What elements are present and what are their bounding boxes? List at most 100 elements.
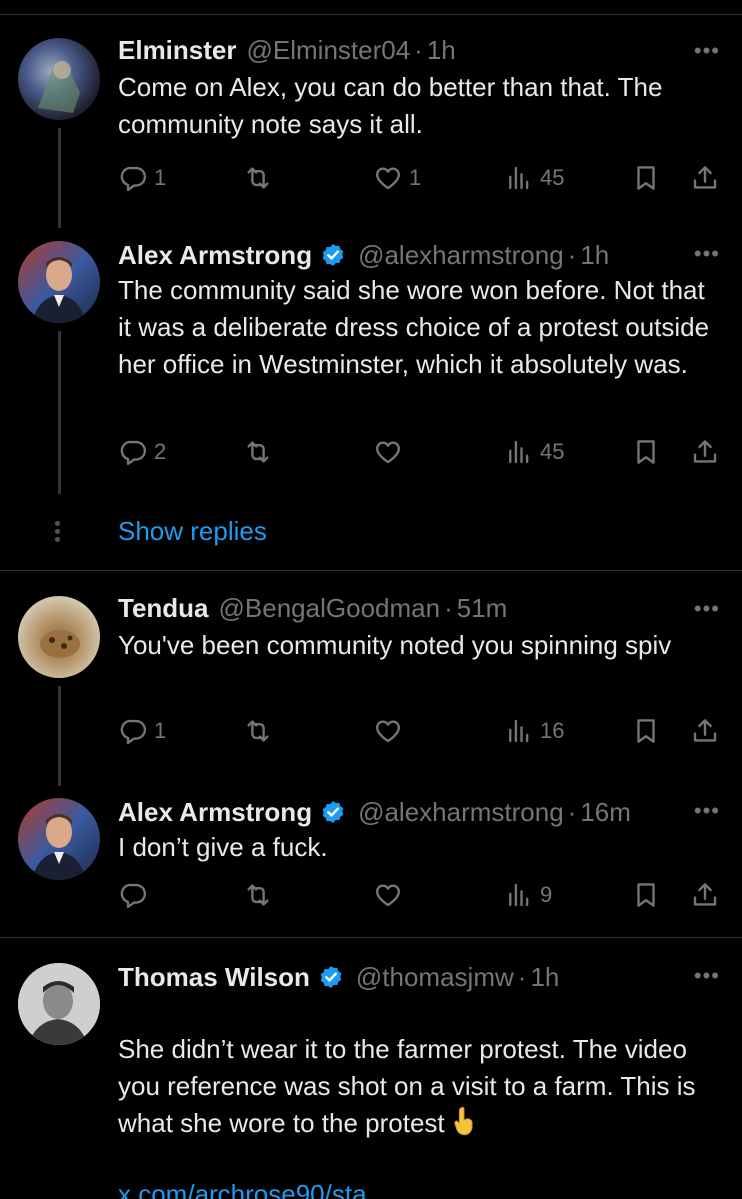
- thread-line: [58, 686, 61, 786]
- retweet-button[interactable]: [243, 875, 273, 915]
- reply-button[interactable]: [118, 875, 154, 915]
- more-icon[interactable]: •••: [694, 38, 720, 64]
- bookmark-button[interactable]: [631, 875, 661, 915]
- views-count: 45: [540, 439, 565, 464]
- retweet-icon: [243, 437, 273, 467]
- timestamp[interactable]: 1h: [580, 240, 609, 271]
- views-button[interactable]: 45: [504, 432, 564, 472]
- views-button[interactable]: 9: [504, 875, 552, 915]
- retweet-icon: [243, 880, 273, 910]
- views-count: 16: [540, 718, 565, 743]
- reply-icon: [118, 880, 148, 910]
- reply-button[interactable]: 2: [118, 432, 166, 472]
- share-button[interactable]: [690, 432, 720, 472]
- timestamp[interactable]: 51m: [457, 593, 508, 624]
- avatar[interactable]: [18, 798, 100, 880]
- bookmark-button[interactable]: [631, 711, 661, 751]
- retweet-icon: [243, 716, 273, 746]
- author-name[interactable]: Alex Armstrong: [118, 240, 312, 271]
- tweet-text: The community said she wore won before. …: [118, 275, 710, 379]
- tweet-link[interactable]: x.com/archrose90/sta...: [118, 1179, 718, 1199]
- views-icon: [504, 437, 534, 467]
- author-handle[interactable]: @alexharmstrong: [358, 797, 564, 828]
- timestamp[interactable]: 1h: [427, 35, 456, 66]
- bookmark-button[interactable]: [631, 158, 661, 198]
- reply-icon: [118, 437, 148, 467]
- avatar[interactable]: [18, 963, 100, 1045]
- thread-divider: [0, 570, 742, 571]
- verified-badge-icon: [318, 964, 344, 990]
- views-icon: [504, 716, 534, 746]
- more-icon[interactable]: •••: [694, 596, 720, 622]
- bookmark-icon: [631, 437, 661, 467]
- tweet-text: Come on Alex, you can do better than tha…: [118, 72, 663, 139]
- views-count: 9: [540, 882, 553, 907]
- avatar[interactable]: [18, 596, 100, 678]
- views-button[interactable]: 16: [504, 711, 564, 751]
- author-name[interactable]: Elminster: [118, 35, 237, 66]
- share-button[interactable]: [690, 158, 720, 198]
- timestamp[interactable]: 1h: [530, 962, 559, 993]
- action-bar: 2 45: [118, 432, 728, 472]
- share-button[interactable]: [690, 875, 720, 915]
- verified-badge-icon: [320, 242, 346, 268]
- separator-dot: ·: [414, 35, 423, 65]
- bookmark-icon: [631, 880, 661, 910]
- reply-icon: [118, 163, 148, 193]
- like-button[interactable]: [373, 432, 409, 472]
- more-icon[interactable]: •••: [694, 963, 720, 989]
- reply-icon: [118, 716, 148, 746]
- reply-count: 2: [154, 439, 167, 464]
- retweet-icon: [243, 163, 273, 193]
- share-button[interactable]: [690, 711, 720, 751]
- reply-count: 1: [154, 165, 167, 190]
- views-icon: [504, 163, 534, 193]
- like-button[interactable]: [373, 875, 409, 915]
- tweet-text-wrapper: She didn’t wear it to the farmer protest…: [118, 994, 718, 1142]
- top-divider: [0, 14, 742, 15]
- share-icon: [690, 163, 720, 193]
- author-name[interactable]: Tendua: [118, 593, 209, 624]
- retweet-button[interactable]: [243, 158, 273, 198]
- tweet-text: I don’t give a fuck.: [118, 832, 328, 862]
- like-button[interactable]: [373, 711, 409, 751]
- more-icon[interactable]: •••: [694, 798, 720, 824]
- share-icon: [690, 437, 720, 467]
- retweet-button[interactable]: [243, 711, 273, 751]
- reply-button[interactable]: 1: [118, 711, 166, 751]
- share-icon: [690, 716, 720, 746]
- views-icon: [504, 880, 534, 910]
- reply-count: 1: [154, 718, 167, 743]
- like-icon: [373, 163, 403, 193]
- like-count: 1: [409, 165, 422, 190]
- author-name[interactable]: Thomas Wilson: [118, 962, 310, 993]
- separator-dot: ·: [517, 962, 527, 992]
- avatar[interactable]: [18, 38, 100, 120]
- views-button[interactable]: 45: [504, 158, 564, 198]
- like-icon: [373, 880, 403, 910]
- action-bar: 9: [118, 875, 728, 915]
- more-icon[interactable]: •••: [694, 241, 720, 267]
- tweet-text: She didn’t wear it to the farmer protest…: [118, 1034, 696, 1138]
- author-handle[interactable]: @thomasjmw: [356, 962, 514, 993]
- views-count: 45: [540, 165, 565, 190]
- reply-button[interactable]: 1: [118, 158, 166, 198]
- author-handle[interactable]: @alexharmstrong: [358, 240, 564, 271]
- like-icon: [373, 716, 403, 746]
- verified-badge-icon: [320, 799, 346, 825]
- show-replies-link[interactable]: Show replies: [118, 516, 267, 547]
- bookmark-icon: [631, 716, 661, 746]
- action-bar: 1 16: [118, 711, 728, 751]
- timestamp[interactable]: 16m: [580, 797, 631, 828]
- avatar[interactable]: [18, 241, 100, 323]
- author-handle[interactable]: @BengalGoodman: [219, 593, 441, 624]
- thread-line: [58, 128, 61, 228]
- bookmark-button[interactable]: [631, 432, 661, 472]
- retweet-button[interactable]: [243, 432, 273, 472]
- author-name[interactable]: Alex Armstrong: [118, 797, 312, 828]
- author-handle[interactable]: @Elminster04: [247, 35, 411, 66]
- separator-dot: ·: [567, 240, 577, 270]
- pointing-down-emoji: [453, 1106, 473, 1136]
- like-icon: [373, 437, 403, 467]
- like-button[interactable]: 1: [373, 158, 421, 198]
